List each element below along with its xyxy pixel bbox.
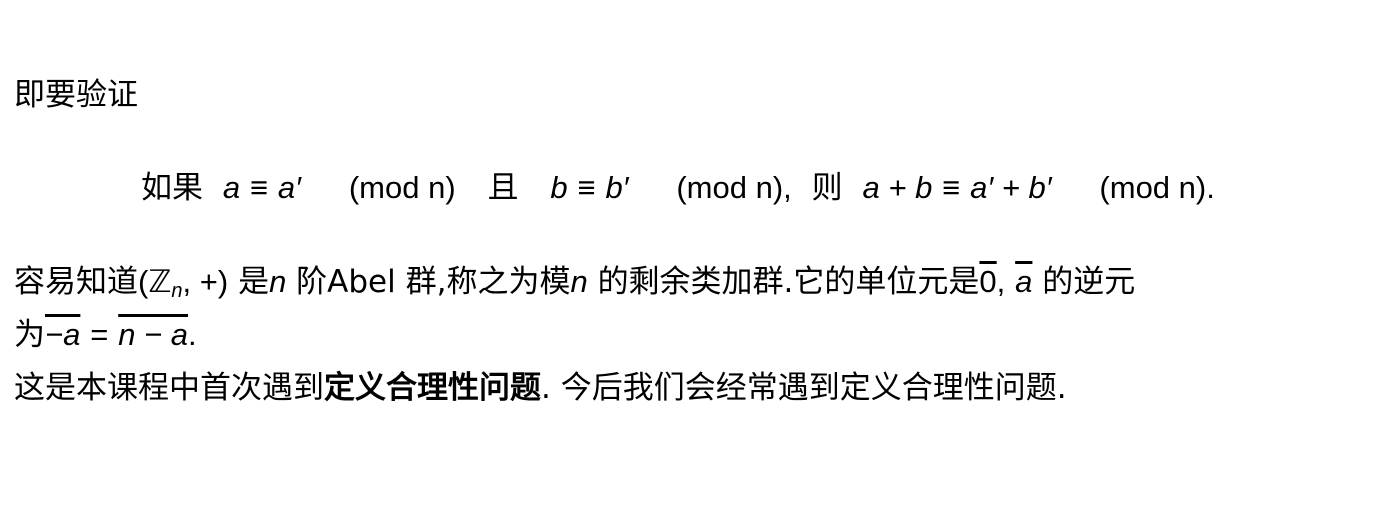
- intro-text: 即要验证: [14, 77, 138, 113]
- intro-line: 即要验证: [14, 75, 138, 115]
- equiv-symbol: ≡: [249, 170, 269, 205]
- mod-n-3: (mod n).: [1099, 170, 1215, 205]
- if-word: 如果: [141, 170, 203, 206]
- inverse-text: 的逆元: [1042, 264, 1136, 300]
- wei-text: 为: [14, 317, 45, 353]
- order-abel-text: 阶Abel 群,称之为模: [296, 264, 571, 300]
- var-b: b: [550, 170, 568, 205]
- comma: ,: [996, 264, 1006, 299]
- and-word: 且: [487, 170, 519, 206]
- easy-to-know-text: 容易知道: [14, 264, 138, 300]
- equiv-symbol-3: ≡: [942, 170, 961, 205]
- var-n-2: n: [570, 264, 588, 299]
- period: .: [188, 317, 197, 352]
- well-definedness-line: 这是本课程中首次遇到定义合理性问题. 今后我们会经常遇到定义合理性问题.: [14, 368, 1067, 408]
- group-subscript: n: [171, 280, 183, 302]
- future-text: . 今后我们会经常遇到定义合理性问题.: [541, 370, 1067, 406]
- group-definition-line: 容易知道(ℤn, +) 是n 阶Abel 群,称之为模n 的剩余类加群.它的单位…: [14, 262, 1135, 311]
- sum-right: a′ + b′: [970, 170, 1052, 205]
- group-notation-rest: , +): [182, 264, 229, 299]
- equals-symbol: =: [90, 317, 109, 352]
- mod-n-1: (mod n): [348, 170, 456, 205]
- residue-group-text: 的剩余类加群.它的单位元是: [597, 264, 980, 300]
- var-a: a: [222, 170, 241, 205]
- var-n-1: n: [269, 264, 287, 299]
- zero-class: 0: [979, 264, 997, 299]
- var-b-prime: b′: [605, 170, 629, 205]
- first-encounter-text: 这是本课程中首次遇到: [14, 370, 324, 406]
- a-class: a: [1015, 264, 1033, 299]
- n-minus-a-class: n − a: [118, 317, 188, 352]
- well-definedness-term: 定义合理性问题: [324, 370, 541, 406]
- group-notation-open: (ℤ: [138, 264, 172, 299]
- display-equation: 如果 a ≡ a′ (mod n) 且 b ≡ b′ (mod n), 则 a …: [141, 168, 1215, 208]
- equiv-symbol-2: ≡: [577, 170, 596, 205]
- then-word: 则: [811, 170, 843, 206]
- sum-left: a + b: [862, 170, 933, 205]
- mod-n-2: (mod n),: [676, 170, 792, 205]
- neg-a-class: −a: [45, 317, 81, 352]
- is-text: 是: [238, 264, 270, 300]
- var-a-prime: a′: [277, 170, 301, 205]
- inverse-line: 为−a = n − a.: [14, 315, 197, 355]
